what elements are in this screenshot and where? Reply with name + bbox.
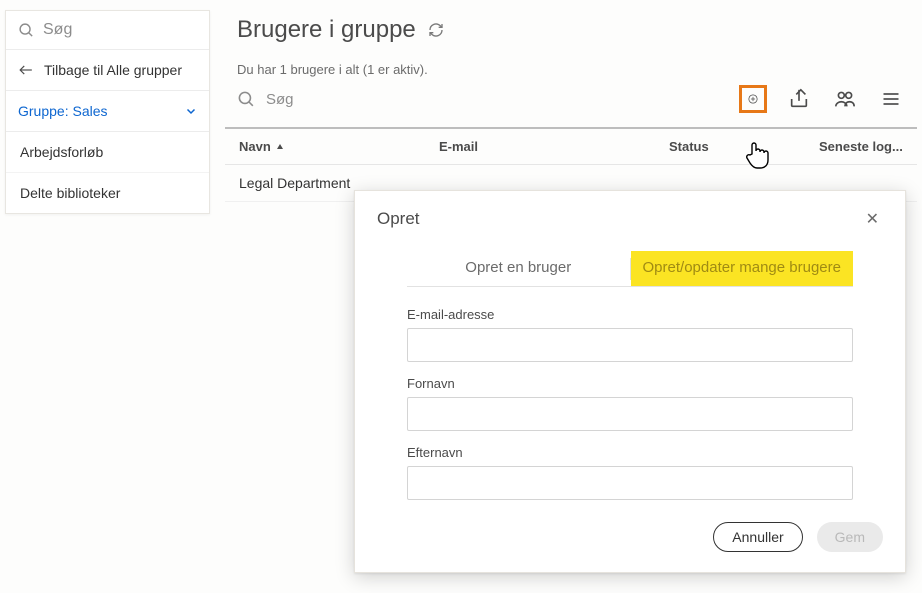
sidebar-item-workflows[interactable]: Arbejdsforløb xyxy=(6,132,209,173)
table-header: Navn E-mail Status Seneste log... xyxy=(225,129,917,165)
modal-title: Opret xyxy=(377,209,420,229)
users-button[interactable] xyxy=(831,85,859,113)
toolbar-actions xyxy=(739,85,905,113)
sort-asc-icon xyxy=(275,142,285,152)
menu-button[interactable] xyxy=(877,85,905,113)
label-lastname: Efternavn xyxy=(407,445,853,460)
users-icon xyxy=(833,88,857,110)
page-title: Brugere i gruppe xyxy=(225,10,917,62)
label-email: E-mail-adresse xyxy=(407,307,853,322)
lastname-field[interactable] xyxy=(407,466,853,500)
tab-create-bulk[interactable]: Opret/opdater mange brugere xyxy=(631,251,854,286)
cell-name: Legal Department xyxy=(239,175,439,191)
cancel-button[interactable]: Annuller xyxy=(713,522,802,552)
plus-circle-icon xyxy=(748,88,758,110)
add-user-button[interactable] xyxy=(739,85,767,113)
sidebar-group-sales[interactable]: Gruppe: Sales xyxy=(6,91,209,132)
sidebar: Søg Tilbage til Alle grupper Gruppe: Sal… xyxy=(5,10,210,214)
col-status[interactable]: Status xyxy=(669,139,819,154)
close-icon[interactable]: ✕ xyxy=(862,209,883,229)
create-user-form: E-mail-adresse Fornavn Efternavn xyxy=(377,307,883,500)
email-field[interactable] xyxy=(407,328,853,362)
main-content: Brugere i gruppe Du har 1 brugere i alt … xyxy=(225,10,917,202)
menu-icon xyxy=(881,89,901,109)
create-user-modal: Opret ✕ Opret en bruger Opret/opdater ma… xyxy=(354,190,906,573)
share-icon xyxy=(788,88,810,110)
sidebar-search-placeholder: Søg xyxy=(43,21,72,39)
modal-tabs: Opret en bruger Opret/opdater mange brug… xyxy=(407,251,853,287)
group-label: Gruppe: Sales xyxy=(18,103,108,119)
user-count-text: Du har 1 brugere i alt (1 er aktiv). xyxy=(225,62,917,85)
modal-header: Opret ✕ xyxy=(377,209,883,229)
col-last-login[interactable]: Seneste log... xyxy=(819,139,903,154)
save-button[interactable]: Gem xyxy=(817,522,883,552)
arrow-left-icon xyxy=(18,63,34,77)
label-firstname: Fornavn xyxy=(407,376,853,391)
refresh-icon[interactable] xyxy=(428,22,444,38)
search-icon xyxy=(237,90,256,109)
col-email[interactable]: E-mail xyxy=(439,139,669,154)
modal-footer: Annuller Gem xyxy=(377,522,883,552)
cell-status xyxy=(669,175,819,191)
col-name[interactable]: Navn xyxy=(239,139,439,154)
export-button[interactable] xyxy=(785,85,813,113)
table-search-placeholder: Søg xyxy=(266,91,294,108)
cell-log xyxy=(819,175,903,191)
sidebar-search[interactable]: Søg xyxy=(6,11,209,50)
search-icon xyxy=(18,22,35,39)
back-label: Tilbage til Alle grupper xyxy=(44,62,182,78)
firstname-field[interactable] xyxy=(407,397,853,431)
chevron-down-icon xyxy=(185,105,197,117)
back-to-groups[interactable]: Tilbage til Alle grupper xyxy=(6,50,209,91)
table-search[interactable]: Søg xyxy=(237,90,739,109)
tab-create-single[interactable]: Opret en bruger xyxy=(407,251,630,286)
toolbar: Søg xyxy=(225,85,917,113)
sidebar-item-shared-libs[interactable]: Delte biblioteker xyxy=(6,173,209,213)
cell-email xyxy=(439,175,669,191)
